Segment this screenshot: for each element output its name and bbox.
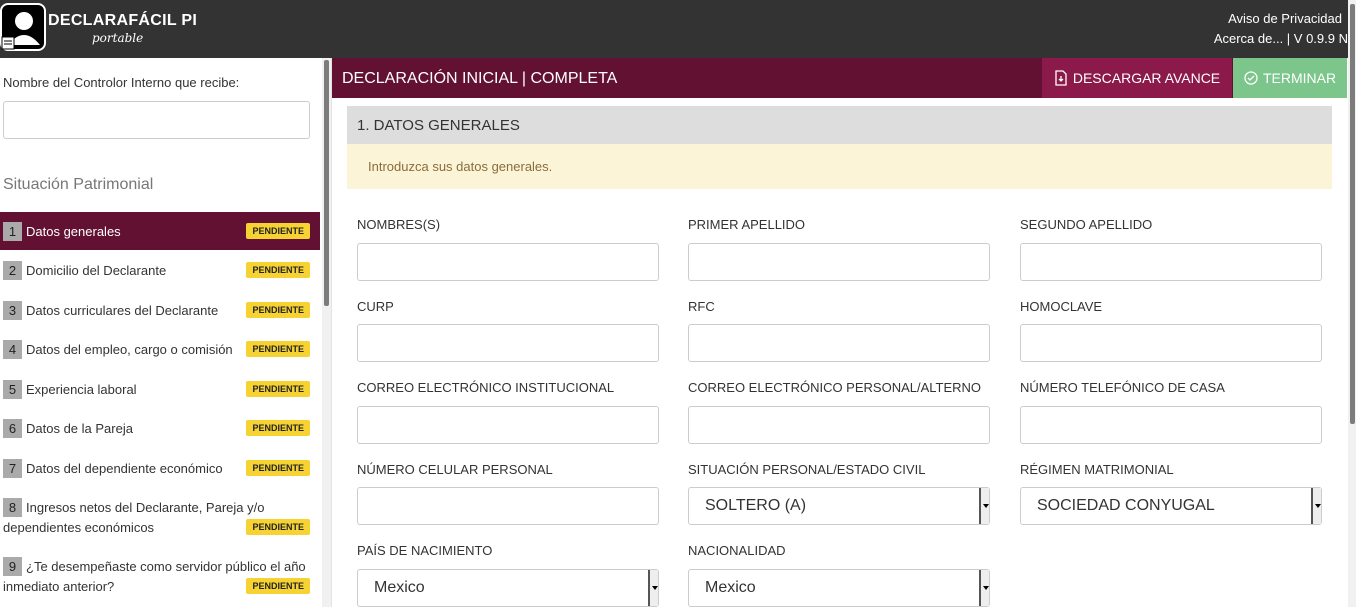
correo-institucional-input[interactable] [357,406,659,444]
status-badge: PENDIENTE [246,420,310,436]
declaration-header: DECLARACIÓN INICIAL | COMPLETA DESCARGAR… [332,58,1347,98]
estado-civil-label: SITUACIÓN PERSONAL/ESTADO CIVIL [688,462,926,477]
sidebar-item-datos-generales[interactable]: 1 Datos generales PENDIENTE [0,212,320,250]
step-number: 8 [3,498,22,517]
sidebar-item-domicilio[interactable]: 2 Domicilio del Declarante PENDIENTE [0,258,320,284]
main-content: DECLARACIÓN INICIAL | COMPLETA DESCARGAR… [332,58,1356,607]
estado-civil-value: SOLTERO (A) [705,497,807,514]
sidebar-item-label: Ingresos netos del Declarante, Pareja y/… [3,500,265,535]
privacy-link[interactable]: Aviso de Privacidad [1228,11,1342,26]
rfc-label: RFC [688,299,715,314]
pais-nacimiento-select[interactable]: Mexico [357,569,659,607]
step-number: 1 [3,222,22,241]
status-badge: PENDIENTE [246,341,310,357]
segundo-apellido-input[interactable] [1020,243,1322,281]
contralor-input[interactable] [3,101,310,139]
file-download-icon [1055,70,1067,86]
sidebar-item-curriculares[interactable]: 3 Datos curriculares del Declarante PEND… [0,298,320,324]
declaration-title: DECLARACIÓN INICIAL | COMPLETA [342,70,618,87]
about-link[interactable]: Acerca de... | V 0.9.9 N [1214,31,1348,46]
check-circle-icon [1244,71,1258,85]
step-number: 6 [3,419,22,438]
status-badge: PENDIENTE [246,262,310,278]
nacionalidad-label: NACIONALIDAD [688,543,786,558]
dropdown-arrow-icon [1311,488,1321,524]
sidebar-item-label: Datos del empleo, cargo o comisión [26,342,233,357]
nacionalidad-value: Mexico [705,579,756,596]
section-panel-title: 1. DATOS GENERALES [357,117,520,134]
sidebar-item-dependiente[interactable]: 7 Datos del dependiente económico PENDIE… [0,456,320,482]
step-number: 3 [3,301,22,320]
sidebar-item-label: Datos curriculares del Declarante [26,303,219,318]
sidebar-item-experiencia[interactable]: 5 Experiencia laboral PENDIENTE [0,377,320,403]
celular-label: NÚMERO CELULAR PERSONAL [357,462,553,477]
dropdown-arrow-icon [648,570,658,606]
regimen-select[interactable]: SOCIEDAD CONYUGAL [1020,487,1322,525]
user-avatar-logo-icon [0,3,46,51]
contralor-label: Nombre del Controlor Interno que recibe: [3,75,240,90]
correo-institucional-label: CORREO ELECTRÓNICO INSTITUCIONAL [357,380,615,395]
sidebar-item-ingresos[interactable]: 8 Ingresos netos del Declarante, Pareja y… [0,495,320,541]
correo-personal-input[interactable] [688,406,990,444]
step-number: 4 [3,340,22,359]
main-scrollbar-thumb[interactable] [1350,4,1355,424]
step-number: 9 [3,557,22,576]
sidebar-item-pareja[interactable]: 6 Datos de la Pareja PENDIENTE [0,416,320,442]
top-bar: DECLARAFÁCIL PI portable Aviso de Privac… [0,0,1356,58]
finish-button[interactable]: TERMINAR [1233,58,1347,98]
status-badge: PENDIENTE [246,302,310,318]
regimen-value: SOCIEDAD CONYUGAL [1037,497,1215,514]
sidebar-scrollbar-thumb[interactable] [324,60,329,306]
status-badge: PENDIENTE [246,519,310,535]
sidebar-item-servidor-publico[interactable]: 9 ¿Te desempeñaste como servidor público … [0,554,320,600]
section-title: Situación Patrimonial [3,176,154,193]
estado-civil-select[interactable]: SOLTERO (A) [688,487,990,525]
status-badge: PENDIENTE [246,381,310,397]
app-title: DECLARAFÁCIL PI [48,12,198,29]
step-number: 5 [3,380,22,399]
download-label: DESCARGAR AVANCE [1072,70,1221,86]
nacionalidad-select[interactable]: Mexico [688,569,990,607]
main-scrollbar[interactable] [1348,0,1356,607]
primer-apellido-input[interactable] [688,243,990,281]
homoclave-input[interactable] [1020,324,1322,362]
step-number: 2 [3,261,22,280]
sidebar-item-label: Datos de la Pareja [26,421,133,436]
telefono-casa-input[interactable] [1020,406,1322,444]
primer-apellido-label: PRIMER APELLIDO [688,217,806,232]
sidebar-item-empleo[interactable]: 4 Datos del empleo, cargo o comisión PEN… [0,337,320,363]
sidebar: Nombre del Controlor Interno que recibe:… [0,58,322,607]
curp-label: CURP [357,299,394,314]
sidebar-item-label: Domicilio del Declarante [26,263,167,278]
finish-label: TERMINAR [1262,70,1337,86]
pais-nacimiento-value: Mexico [374,579,425,596]
correo-personal-label: CORREO ELECTRÓNICO PERSONAL/ALTERNO [688,380,982,395]
status-badge: PENDIENTE [246,223,310,239]
info-alert: Introduzca sus datos generales. [347,144,1332,189]
pais-nacimiento-label: PAÍS DE NACIMIENTO [357,543,493,558]
download-progress-button[interactable]: DESCARGAR AVANCE [1042,58,1232,98]
nombres-input[interactable] [357,243,659,281]
sidebar-item-label: Datos generales [26,224,121,239]
status-badge: PENDIENTE [246,460,310,476]
celular-input[interactable] [357,487,659,525]
section-panel-header: 1. DATOS GENERALES [347,106,1332,144]
status-badge: PENDIENTE [246,578,310,594]
sidebar-item-label: Datos del dependiente económico [26,461,223,476]
curp-input[interactable] [357,324,659,362]
regimen-label: RÉGIMEN MATRIMONIAL [1020,462,1174,477]
sidebar-item-label: Experiencia laboral [26,382,137,397]
telefono-casa-label: NÚMERO TELEFÓNICO DE CASA [1020,380,1225,395]
homoclave-label: HOMOCLAVE [1020,299,1103,314]
segundo-apellido-label: SEGUNDO APELLIDO [1020,217,1153,232]
alert-text: Introduzca sus datos generales. [368,159,553,174]
sidebar-scrollbar[interactable] [322,58,332,607]
app-subtitle: portable [92,31,144,45]
step-number: 7 [3,459,22,478]
nombres-label: NOMBRES(S) [357,217,441,232]
rfc-input[interactable] [688,324,990,362]
dropdown-arrow-icon [979,570,989,606]
dropdown-arrow-icon [979,488,989,524]
